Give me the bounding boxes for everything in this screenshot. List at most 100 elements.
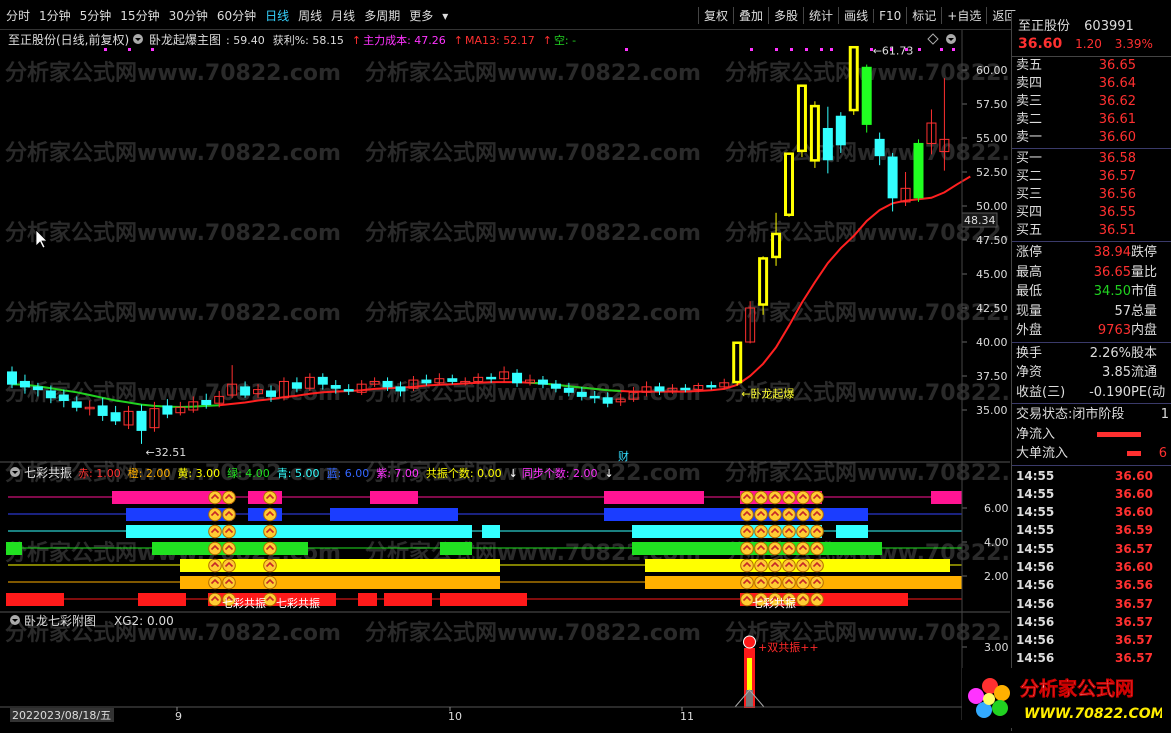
resonance-bar (384, 593, 432, 606)
period-tab-5[interactable]: 60分钟 (217, 9, 256, 23)
chart-area[interactable]: 分析家公式网www.70822.com 分析家公式网www.70822.com 分析… (0, 30, 1061, 730)
coin-icon (222, 575, 236, 590)
date-label: 2023/08/18/五 (33, 709, 111, 722)
stat-label-2: 流通 (1131, 365, 1158, 380)
signal-label: ←卧龙起爆 (741, 387, 794, 401)
marker-dot (151, 48, 154, 51)
fu-panel-icon[interactable] (10, 615, 20, 625)
bid-list: 买一 36.58 买二 36.57 买三 36.56 买四 36.55 买五 36.51 (1012, 150, 1171, 240)
logo-url: WWW.70822.COM (1024, 706, 1162, 722)
coin-icon (782, 541, 796, 556)
coin-icon (263, 490, 277, 505)
readout-3: 主力成本: 47.26 (363, 33, 446, 47)
coin-icon (263, 575, 277, 590)
signal-bar-core (747, 658, 752, 694)
stats-block-2: 换手 2.26% 股本 净资 3.85 流通 收益(三) -0.190 PE(动 (1012, 344, 1171, 403)
period-tab-1[interactable]: 1分钟 (39, 9, 71, 23)
stat-value: 38.94 (1093, 245, 1131, 260)
coin-icon (810, 592, 824, 607)
candle (796, 84, 807, 158)
ask-row: 卖一 36.60 (1012, 129, 1171, 147)
coin-icon (768, 541, 782, 556)
period-tab-6[interactable]: 日线 (265, 9, 289, 23)
tool-button-1[interactable]: 叠加 (733, 7, 768, 24)
readout-1: 获利%: 58.15 (273, 34, 344, 47)
more-chevron-icon[interactable]: ▾ (442, 9, 448, 23)
coin-icon (208, 558, 222, 573)
period-tab-3[interactable]: 15分钟 (120, 9, 159, 23)
divider (1012, 148, 1171, 149)
tool-button-0[interactable]: 复权 (698, 7, 733, 24)
resonance-bar (370, 491, 418, 504)
quote-label: 买四 (1016, 205, 1043, 220)
coin-icon (740, 507, 754, 522)
diamond-icon[interactable] (927, 33, 939, 45)
stat-label: 收益(三) (1016, 384, 1066, 400)
tick-row: 14:55 36.59 (1012, 521, 1171, 539)
period-tab-7[interactable]: 周线 (298, 9, 322, 23)
bid-row: 买四 36.55 (1012, 204, 1171, 222)
legend-item-6: 紫: 7.00 (376, 467, 419, 480)
legend-item-7: 共振个数: 0.00 (426, 466, 502, 480)
settings-icon[interactable] (946, 34, 956, 44)
stat-row: 净资 3.85 流通 (1012, 363, 1171, 383)
coin-icon (810, 558, 824, 573)
tick-price: 36.57 (1115, 614, 1153, 629)
stat-label: 换手 (1016, 345, 1043, 361)
bid-row: 买五 36.51 (1012, 222, 1171, 240)
candle (861, 64, 872, 133)
tick-row: 14:55 36.57 (1012, 540, 1171, 558)
tick-price: 36.60 (1115, 468, 1153, 483)
period-toolbar: 分时 1分钟 5分钟 15分钟 30分钟 60分钟 日线 周线 月线 多周期 更多 ▾ 复权 叠加 多股统… (0, 0, 1171, 30)
tick-time: 14:55 (1016, 523, 1055, 538)
y-tick-label: 55.00 (976, 132, 1008, 145)
divider (1012, 341, 1171, 343)
tick-time: 14:56 (1016, 559, 1055, 574)
indicator-toggle-icon[interactable] (133, 34, 143, 44)
tool-button-3[interactable]: 统计 (803, 7, 838, 24)
marker-dot (820, 48, 823, 51)
quote-price: 36.58 (1098, 151, 1136, 166)
legend-item-4: 青: 5.00 (277, 467, 320, 480)
period-tab-0[interactable]: 分时 (6, 9, 30, 23)
coin-icon (768, 558, 782, 573)
period-tab-8[interactable]: 月线 (331, 9, 355, 23)
stat-row: 最高 36.65 量比 (1012, 263, 1171, 283)
period-tab-2[interactable]: 5分钟 (80, 9, 112, 23)
chart-svg[interactable]: 分析家公式网www.70822.com 分析家公式网www.70822.com 分析… (0, 30, 1061, 730)
quote-label: 卖四 (1016, 76, 1043, 91)
tick-row: 14:56 36.57 (1012, 649, 1171, 667)
tool-button-2[interactable]: 多股 (768, 7, 803, 24)
tool-button-4[interactable]: 画线 (838, 7, 873, 24)
resonance-bar (6, 542, 22, 555)
tick-row: 14:55 36.60 (1012, 485, 1171, 503)
tick-time: 14:55 (1016, 541, 1055, 556)
tick-price: 36.57 (1115, 596, 1153, 611)
big-inflow-row: 大单流入 6 (1012, 444, 1171, 464)
y-tick-label: 60.00 (976, 64, 1008, 77)
stat-row: 换手 2.26% 股本 (1012, 344, 1171, 364)
coin-icon (768, 575, 782, 590)
y-tick-label: 47.50 (976, 234, 1008, 247)
qicai-panel-icon[interactable] (10, 467, 20, 477)
tool-button-6[interactable]: 标记 (906, 7, 941, 24)
marker-dot (805, 48, 808, 51)
resonance-bar (604, 491, 704, 504)
y-tick-label: 35.00 (976, 404, 1008, 417)
divider (1012, 464, 1171, 466)
stat-row: 外盘 9763 内盘 (1012, 321, 1171, 341)
stat-label-2: 内盘 (1131, 323, 1158, 338)
period-tab-9[interactable]: 多周期 (364, 9, 400, 23)
tool-button-7[interactable]: +自选 (941, 7, 986, 24)
period-tab-10[interactable]: 更多 (409, 9, 433, 23)
resonance-bar (482, 525, 500, 538)
coin-icon (208, 592, 222, 607)
tick-list: 14:55 36.60 14:55 36.60 14:55 36.60 14:55 36.59… (1012, 467, 1171, 687)
period-tab-4[interactable]: 30分钟 (169, 9, 208, 23)
coin-icon (263, 524, 277, 539)
tick-row: 14:56 36.60 (1012, 558, 1171, 576)
tick-time: 14:56 (1016, 614, 1055, 629)
signal-ball-icon (743, 635, 756, 649)
tool-button-5[interactable]: F10 (873, 9, 906, 23)
resonance-bar (330, 508, 458, 521)
